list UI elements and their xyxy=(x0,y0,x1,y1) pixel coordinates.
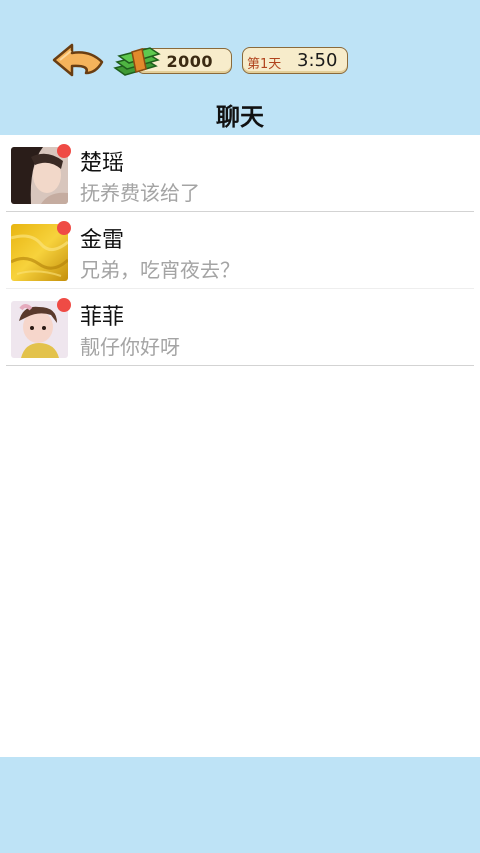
money-stack-icon xyxy=(112,42,162,78)
day-time-display: 第1天 3:50 xyxy=(242,47,348,74)
back-button[interactable] xyxy=(52,42,106,78)
time-label: 3:50 xyxy=(297,50,338,71)
unread-badge xyxy=(57,144,71,158)
day-label: 第1天 xyxy=(247,57,282,72)
message-preview: 抚养费该给了 xyxy=(80,181,200,205)
message-preview: 靓仔你好呀 xyxy=(80,335,180,359)
money-value: 2000 xyxy=(166,52,213,71)
bottom-bar xyxy=(0,757,480,853)
contact-name: 楚瑶 xyxy=(80,151,125,176)
top-bar: 2000 第1天 3:50 聊天 xyxy=(0,0,480,135)
contact-name: 菲菲 xyxy=(80,305,125,330)
message-preview: 兄弟，吃宵夜去？ xyxy=(80,258,240,282)
divider xyxy=(6,365,474,366)
chat-item-feifei[interactable]: 菲菲 靓仔你好呀 xyxy=(0,289,480,366)
back-arrow-icon xyxy=(52,43,104,77)
unread-badge xyxy=(57,221,71,235)
unread-badge xyxy=(57,298,71,312)
chat-list: 楚瑶 抚养费该给了 金雷 兄弟，吃宵夜去？ 菲菲 靓仔你好呀 xyxy=(0,135,480,366)
contact-name: 金雷 xyxy=(80,228,125,253)
chat-item-chuyao[interactable]: 楚瑶 抚养费该给了 xyxy=(0,135,480,212)
page-title: 聊天 xyxy=(216,103,264,131)
chat-item-jinlei[interactable]: 金雷 兄弟，吃宵夜去？ xyxy=(0,212,480,289)
